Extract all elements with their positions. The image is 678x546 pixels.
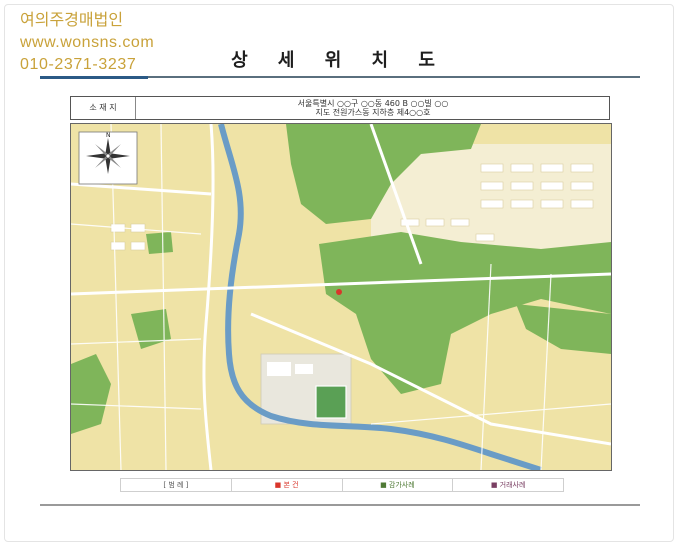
legend-subject-text: ■ 본 건 <box>274 481 299 489</box>
legend-title-text: [ 범 례 ] <box>163 481 189 489</box>
address-line-1: 서울특별시 ○○구 ○○동 460 B ○○빌 ○○ <box>297 99 449 108</box>
address-box: 소 재 지 서울특별시 ○○구 ○○동 460 B ○○빌 ○○ 지도 전원가스… <box>70 96 610 120</box>
park-small <box>146 232 173 254</box>
map-canvas: N <box>71 124 611 470</box>
sports-field <box>315 385 347 419</box>
title-divider-accent <box>40 76 148 79</box>
compass-rose: N <box>78 131 138 185</box>
address-label: 소 재 지 <box>71 97 136 119</box>
campus-building <box>267 362 291 376</box>
legend-transaction: ■ 거래사례 <box>453 479 563 491</box>
compass-north-label: N <box>106 132 111 139</box>
location-map[interactable]: N <box>70 123 612 471</box>
legend-subject: ■ 본 건 <box>232 479 343 491</box>
footer-divider <box>40 504 640 506</box>
watermark-company: 여의주경매법인 <box>20 12 124 29</box>
legend-transaction-text: ■ 거래사례 <box>490 481 526 489</box>
legend-appraisal-text: ■ 감가사례 <box>380 481 415 489</box>
map-legend: [ 범 례 ] ■ 본 건 ■ 감가사례 ■ 거래사례 <box>120 478 564 492</box>
address-line-2: 지도 전원가스동 지하층 제4○○호 <box>315 108 431 117</box>
subject-property-marker <box>336 289 342 295</box>
address-value: 서울특별시 ○○구 ○○동 460 B ○○빌 ○○ 지도 전원가스동 지하층 … <box>141 99 605 117</box>
legend-appraisal: ■ 감가사례 <box>343 479 454 491</box>
page-title: 상 세 위 치 도 <box>231 50 447 71</box>
campus-building <box>295 364 313 374</box>
legend-title: [ 범 례 ] <box>121 479 232 491</box>
